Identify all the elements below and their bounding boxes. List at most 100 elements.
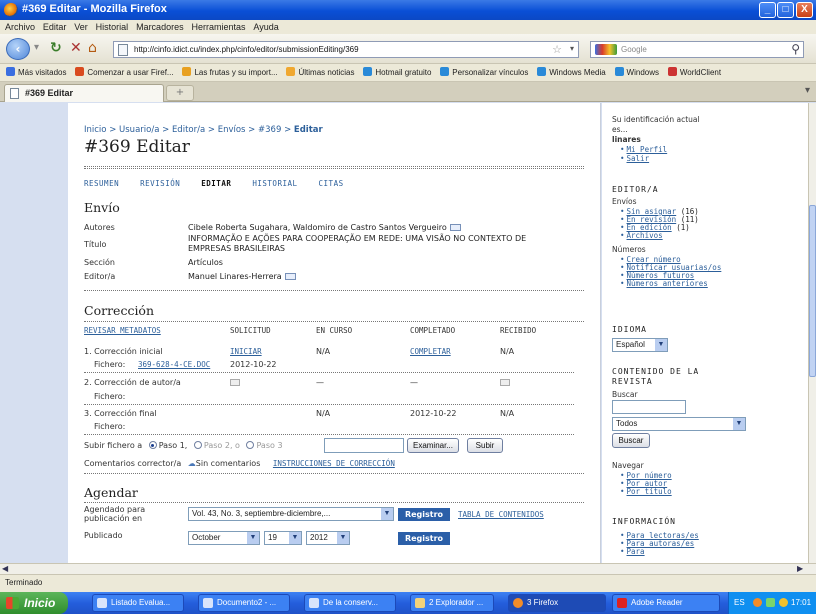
day-select[interactable]: 19 ▼ [264,531,302,545]
bookmark-item[interactable]: Hotmail gratuito [363,64,431,81]
menu-ver[interactable]: Ver [74,20,88,34]
buscar-button[interactable]: Buscar [612,433,650,448]
forward-dropdown-icon[interactable]: ▾ [34,42,39,53]
tab-editar-active[interactable]: EDITAR [201,179,231,188]
por-titulo-link[interactable]: Por título [620,487,672,496]
back-button[interactable]: ‹ [6,38,30,60]
file-path-input[interactable] [324,438,404,453]
maximize-button[interactable]: □ [777,2,794,18]
paso2-radio[interactable] [193,441,202,449]
menu-marcadores[interactable]: Marcadores [136,20,184,34]
breadcrumb-editor[interactable]: Editor/a [172,125,205,135]
close-button[interactable]: X [796,2,813,18]
taskbar-item[interactable]: De la conserv... [304,594,396,612]
registro-button[interactable]: Registro [398,508,450,521]
taskbar-item-active[interactable]: 3 Firefox [508,594,606,612]
taskbar-item[interactable]: Documento2 - ... [198,594,290,612]
email-icon[interactable] [284,273,296,280]
bookmark-item[interactable]: Más visitados [6,64,66,81]
menu-historial[interactable]: Historial [96,20,129,34]
instrucciones-link[interactable]: INSTRUCCIONES DE CORRECCIÓN [273,459,395,468]
bookmark-star-icon[interactable]: ☆ [552,43,562,56]
tray-icon[interactable] [753,598,762,607]
bookmark-item[interactable]: WorldClient [667,64,721,81]
paso1-radio[interactable] [148,441,157,449]
search-input[interactable] [612,400,686,414]
tab-resumen[interactable]: RESUMEN [84,179,119,188]
bookmark-item[interactable]: Las frutas y su import... [182,64,278,81]
tray-icon[interactable] [766,598,775,607]
numeros-anteriores-link[interactable]: Números anteriores [620,279,708,288]
bookmark-item[interactable]: Personalizar vínculos [440,64,528,81]
url-dropdown-icon[interactable]: ▾ [570,44,574,53]
tab-list-icon[interactable]: ▾ [805,85,810,96]
scroll-right-icon[interactable]: ▶ [797,564,803,574]
address-bar[interactable]: http://cinfo.idict.cu/index.php/cinfo/ed… [113,41,579,58]
minimize-button[interactable]: _ [759,2,776,18]
menu-editar[interactable]: Editar [43,20,67,34]
folder-icon [415,598,425,608]
paso3-label: Paso 3 [256,441,283,450]
taskbar-item[interactable]: 2 Explorador ... [410,594,494,612]
main-column: Inicio > Usuario/a > Editor/a > Envíos >… [68,103,601,563]
tabla-contenidos-link[interactable]: TABLA DE CONTENIDOS [458,510,544,519]
paso3-radio[interactable] [246,441,255,449]
language-select[interactable]: Español ▼ [612,338,668,352]
r3-completado: 2012-10-22 [410,409,457,418]
tab-editar[interactable]: #369 Editar [4,84,164,102]
registro-button[interactable]: Registro [398,532,450,545]
r1-file-link[interactable]: 369-628-4-CE.DOC [138,360,210,369]
year-select[interactable]: 2012 ▼ [306,531,350,545]
scrollbar-thumb[interactable] [809,205,816,377]
completar-link[interactable]: COMPLETAR [410,347,451,356]
bookmark-item[interactable]: Windows Media [537,64,606,81]
tab-historial[interactable]: HISTORIAL [252,179,297,188]
revisar-metadatos-link[interactable]: REVISAR METADATOS [84,326,161,335]
breadcrumb-envios[interactable]: Envíos [218,125,246,135]
search-box[interactable]: Google ⚲ [590,41,804,58]
url-text[interactable]: http://cinfo.idict.cu/index.php/cinfo/ed… [134,45,359,54]
bookmark-item[interactable]: Últimas noticias [286,64,355,81]
reload-icon[interactable]: ↻ [50,40,62,56]
breadcrumb-369[interactable]: #369 [258,125,281,135]
language-indicator[interactable]: ES [734,592,745,614]
bookmark-item[interactable]: Windows [614,64,659,81]
taskbar-item[interactable]: Listado Evalua... [92,594,184,612]
examinar-button[interactable]: Examinar... [407,438,459,453]
breadcrumb-inicio[interactable]: Inicio [84,125,107,135]
start-button[interactable]: Inicio [0,592,68,614]
stop-icon[interactable]: ✕ [70,40,82,56]
issue-select[interactable]: Vol. 43, No. 3, septiembre-diciembre,...… [188,507,394,521]
bookmark-item[interactable]: Comenzar a usar Firef... [75,64,174,81]
menu-archivo[interactable]: Archivo [5,20,35,34]
tray-icon[interactable] [779,598,788,607]
search-icon[interactable]: ⚲ [791,42,800,56]
bookmarks-bar: Más visitados Comenzar a usar Firef... L… [0,64,816,82]
firefox-icon [513,598,523,608]
contenido-heading-line1: CONTENIDO DE LA [612,367,700,376]
tab-revision[interactable]: REVISIÓN [140,179,180,188]
para-link[interactable]: Para [620,547,645,556]
mi-perfil-link[interactable]: Mi Perfil [620,145,668,154]
iniciar-link[interactable]: INICIAR [230,347,262,356]
menu-ayuda[interactable]: Ayuda [253,20,278,34]
search-scope-select[interactable]: Todos ▼ [612,417,746,431]
email-icon[interactable] [449,224,461,231]
menu-herramientas[interactable]: Herramientas [191,20,245,34]
subir-button[interactable]: Subir [467,438,503,453]
scroll-left-icon[interactable]: ◀ [2,564,8,574]
month-select[interactable]: October ▼ [188,531,260,545]
horizontal-scrollbar[interactable]: ◀ ▶ [0,563,816,574]
tab-citas[interactable]: CITAS [319,179,344,188]
google-icon[interactable] [595,44,617,55]
taskbar-item[interactable]: Adobe Reader [612,594,720,612]
salir-link[interactable]: Salir [620,154,650,163]
breadcrumb-usuario[interactable]: Usuario/a [119,125,159,135]
new-tab-button[interactable]: + [166,85,194,101]
bookmark-icon [182,67,192,76]
comment-icon[interactable]: ☁ [188,459,196,468]
home-icon[interactable]: ⌂ [88,40,97,56]
breadcrumb-current[interactable]: Editar [294,125,323,135]
vertical-scrollbar[interactable] [808,103,816,563]
archivos-link[interactable]: Archivos [620,231,663,240]
